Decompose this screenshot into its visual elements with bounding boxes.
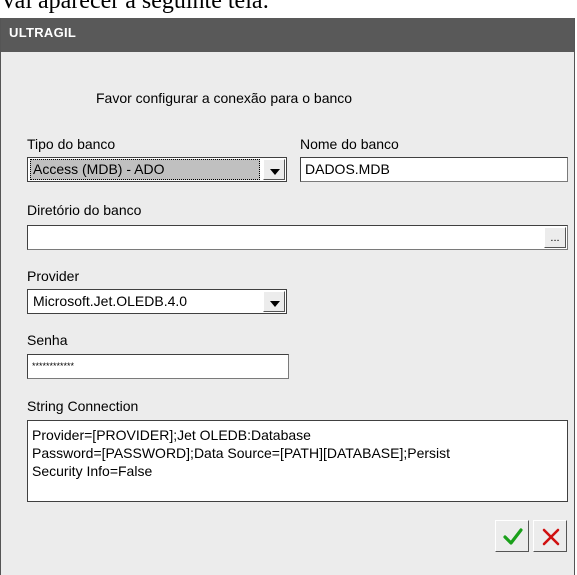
title-bar[interactable]: ULTRAGIL: [1, 18, 574, 52]
window-title: ULTRAGIL: [9, 25, 77, 40]
ok-button[interactable]: [495, 520, 529, 552]
dialog-body: Favor configurar a conexão para o banco …: [1, 52, 574, 575]
db-type-dropdown-arrow[interactable]: [263, 159, 285, 180]
check-icon: [503, 528, 523, 545]
password-label: Senha: [27, 332, 68, 348]
connection-string-textarea[interactable]: Provider=[PROVIDER];Jet OLEDB:Database P…: [27, 420, 568, 502]
provider-label: Provider: [27, 268, 80, 284]
provider-select[interactable]: Microsoft.Jet.OLEDB.4.0: [27, 289, 287, 314]
db-type-label: Tipo do banco: [27, 136, 116, 152]
document-caption: Vai aparecer a seguinte tela:: [0, 0, 270, 14]
connection-dialog: ULTRAGIL Favor configurar a conexão para…: [0, 18, 575, 575]
connection-string-label: String Connection: [27, 398, 139, 414]
dialog-heading: Favor configurar a conexão para o banco: [96, 90, 353, 106]
db-directory-label: Diretório do banco: [27, 202, 142, 218]
cancel-button[interactable]: [533, 520, 567, 552]
browse-directory-button[interactable]: ...: [544, 227, 566, 248]
provider-dropdown-arrow[interactable]: [263, 291, 285, 312]
db-name-input[interactable]: DADOS.MDB: [300, 157, 568, 182]
provider-value: Microsoft.Jet.OLEDB.4.0: [33, 293, 188, 309]
db-name-label: Nome do banco: [300, 136, 399, 152]
password-input[interactable]: ************: [27, 354, 289, 379]
db-directory-input[interactable]: ...: [27, 225, 568, 250]
db-type-value: Access (MDB) - ADO: [30, 159, 260, 180]
close-icon: [542, 528, 560, 546]
db-type-select[interactable]: Access (MDB) - ADO: [27, 157, 287, 182]
